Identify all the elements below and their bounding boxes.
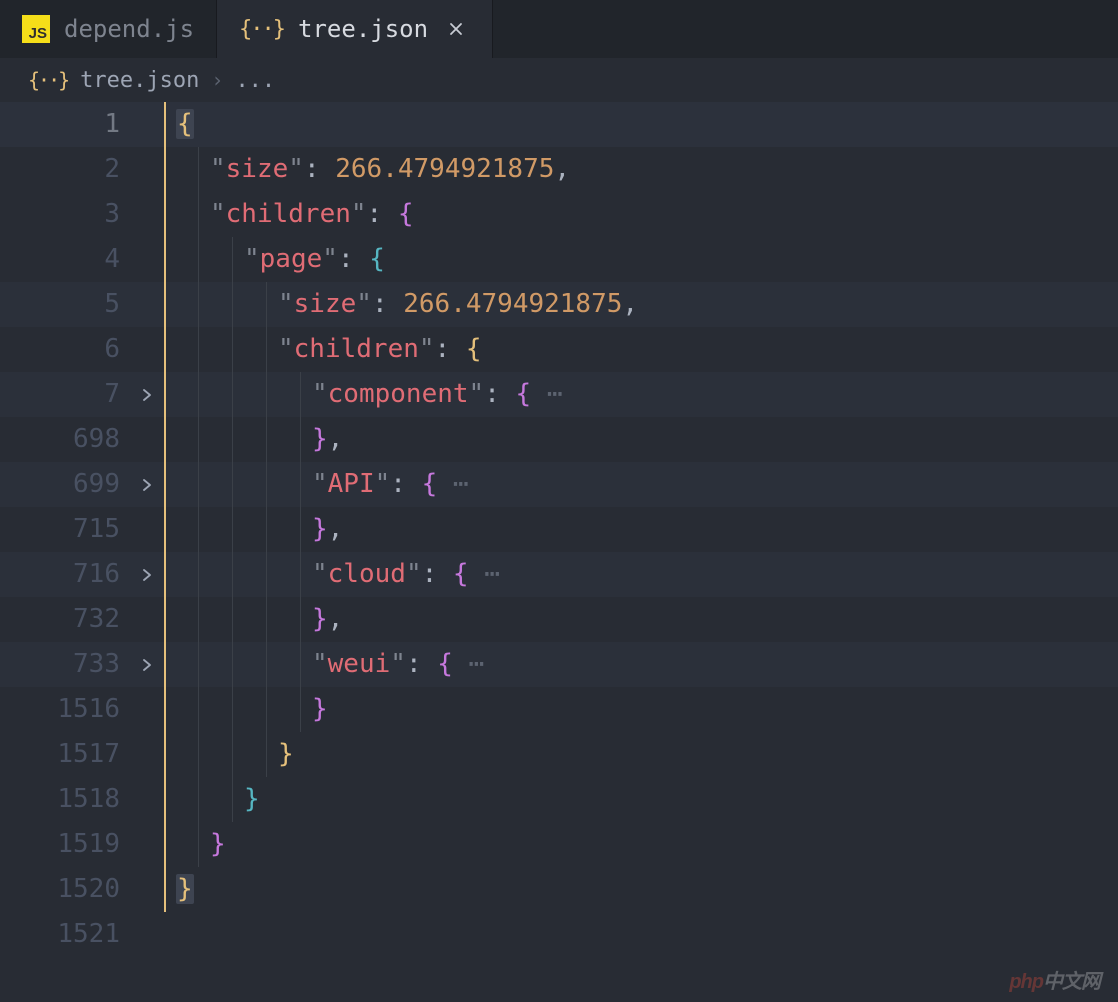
fold-toggle[interactable] bbox=[130, 479, 164, 491]
code-line[interactable]: 5 "size": 266.4794921875, bbox=[0, 282, 1118, 327]
chevron-right-icon: › bbox=[211, 68, 223, 92]
fold-toggle[interactable] bbox=[130, 569, 164, 581]
code-content[interactable]: "children": { bbox=[164, 192, 1118, 237]
tab-label: depend.js bbox=[64, 15, 194, 43]
line-number: 698 bbox=[0, 417, 130, 462]
code-line[interactable]: 7 "component": { ⋯ bbox=[0, 372, 1118, 417]
breadcrumb-file: tree.json bbox=[80, 68, 199, 93]
line-number: 1517 bbox=[0, 732, 130, 777]
code-line[interactable]: 4 "page": { bbox=[0, 237, 1118, 282]
json-icon: {··} bbox=[28, 68, 68, 92]
fold-toggle[interactable] bbox=[130, 659, 164, 671]
code-line[interactable]: 6 "children": { bbox=[0, 327, 1118, 372]
code-editor[interactable]: 1{2"size": 266.4794921875,3"children": {… bbox=[0, 102, 1118, 957]
line-number: 715 bbox=[0, 507, 130, 552]
js-icon: JS bbox=[22, 15, 50, 43]
code-content[interactable] bbox=[164, 912, 1118, 957]
line-number: 733 bbox=[0, 642, 130, 687]
code-line[interactable]: 1518} bbox=[0, 777, 1118, 822]
code-content[interactable]: }, bbox=[164, 507, 1118, 552]
breadcrumb-tail: ... bbox=[235, 68, 275, 93]
code-content[interactable]: "component": { ⋯ bbox=[164, 372, 1118, 417]
code-line[interactable]: 3 "children": { bbox=[0, 192, 1118, 237]
line-number: 1518 bbox=[0, 777, 130, 822]
line-number: 2 bbox=[0, 147, 130, 192]
line-number: 1521 bbox=[0, 912, 130, 957]
line-number: 7 bbox=[0, 372, 130, 417]
line-number: 1 bbox=[0, 102, 130, 147]
json-icon: {··} bbox=[239, 17, 284, 42]
close-icon[interactable] bbox=[442, 15, 470, 43]
line-number: 716 bbox=[0, 552, 130, 597]
line-number: 1516 bbox=[0, 687, 130, 732]
code-line[interactable]: 716 "cloud": { ⋯ bbox=[0, 552, 1118, 597]
code-line[interactable]: 698}, bbox=[0, 417, 1118, 462]
watermark: php中文网 bbox=[1009, 965, 1100, 994]
line-number: 5 bbox=[0, 282, 130, 327]
code-content[interactable]: } bbox=[164, 867, 1118, 912]
tab-bar: JS depend.js {··} tree.json bbox=[0, 0, 1118, 58]
line-number: 699 bbox=[0, 462, 130, 507]
tab-label: tree.json bbox=[298, 15, 428, 43]
code-content[interactable]: }, bbox=[164, 417, 1118, 462]
code-content[interactable]: "children": { bbox=[164, 327, 1118, 372]
code-content[interactable]: "size": 266.4794921875, bbox=[164, 282, 1118, 327]
code-line[interactable]: 732}, bbox=[0, 597, 1118, 642]
code-content[interactable]: } bbox=[164, 687, 1118, 732]
code-content[interactable]: } bbox=[164, 732, 1118, 777]
tab-depend-js[interactable]: JS depend.js bbox=[0, 0, 217, 58]
code-content[interactable]: "weui": { ⋯ bbox=[164, 642, 1118, 687]
code-content[interactable]: }, bbox=[164, 597, 1118, 642]
line-number: 732 bbox=[0, 597, 130, 642]
line-number: 1520 bbox=[0, 867, 130, 912]
code-line[interactable]: 699 "API": { ⋯ bbox=[0, 462, 1118, 507]
code-content[interactable]: } bbox=[164, 777, 1118, 822]
code-line[interactable]: 1516} bbox=[0, 687, 1118, 732]
code-content[interactable]: { bbox=[164, 102, 1118, 147]
line-number: 4 bbox=[0, 237, 130, 282]
line-number: 6 bbox=[0, 327, 130, 372]
code-line[interactable]: 1517} bbox=[0, 732, 1118, 777]
code-line[interactable]: 715}, bbox=[0, 507, 1118, 552]
code-line[interactable]: 1520} bbox=[0, 867, 1118, 912]
code-content[interactable]: } bbox=[164, 822, 1118, 867]
code-line[interactable]: 733 "weui": { ⋯ bbox=[0, 642, 1118, 687]
code-content[interactable]: "size": 266.4794921875, bbox=[164, 147, 1118, 192]
code-line[interactable]: 1521 bbox=[0, 912, 1118, 957]
code-line[interactable]: 2 "size": 266.4794921875, bbox=[0, 147, 1118, 192]
code-content[interactable]: "API": { ⋯ bbox=[164, 462, 1118, 507]
line-number: 3 bbox=[0, 192, 130, 237]
code-line[interactable]: 1519} bbox=[0, 822, 1118, 867]
code-line[interactable]: 1{ bbox=[0, 102, 1118, 147]
tab-tree-json[interactable]: {··} tree.json bbox=[217, 0, 493, 58]
line-number: 1519 bbox=[0, 822, 130, 867]
breadcrumb[interactable]: {··} tree.json › ... bbox=[0, 58, 1118, 102]
fold-toggle[interactable] bbox=[130, 389, 164, 401]
code-content[interactable]: "page": { bbox=[164, 237, 1118, 282]
code-content[interactable]: "cloud": { ⋯ bbox=[164, 552, 1118, 597]
